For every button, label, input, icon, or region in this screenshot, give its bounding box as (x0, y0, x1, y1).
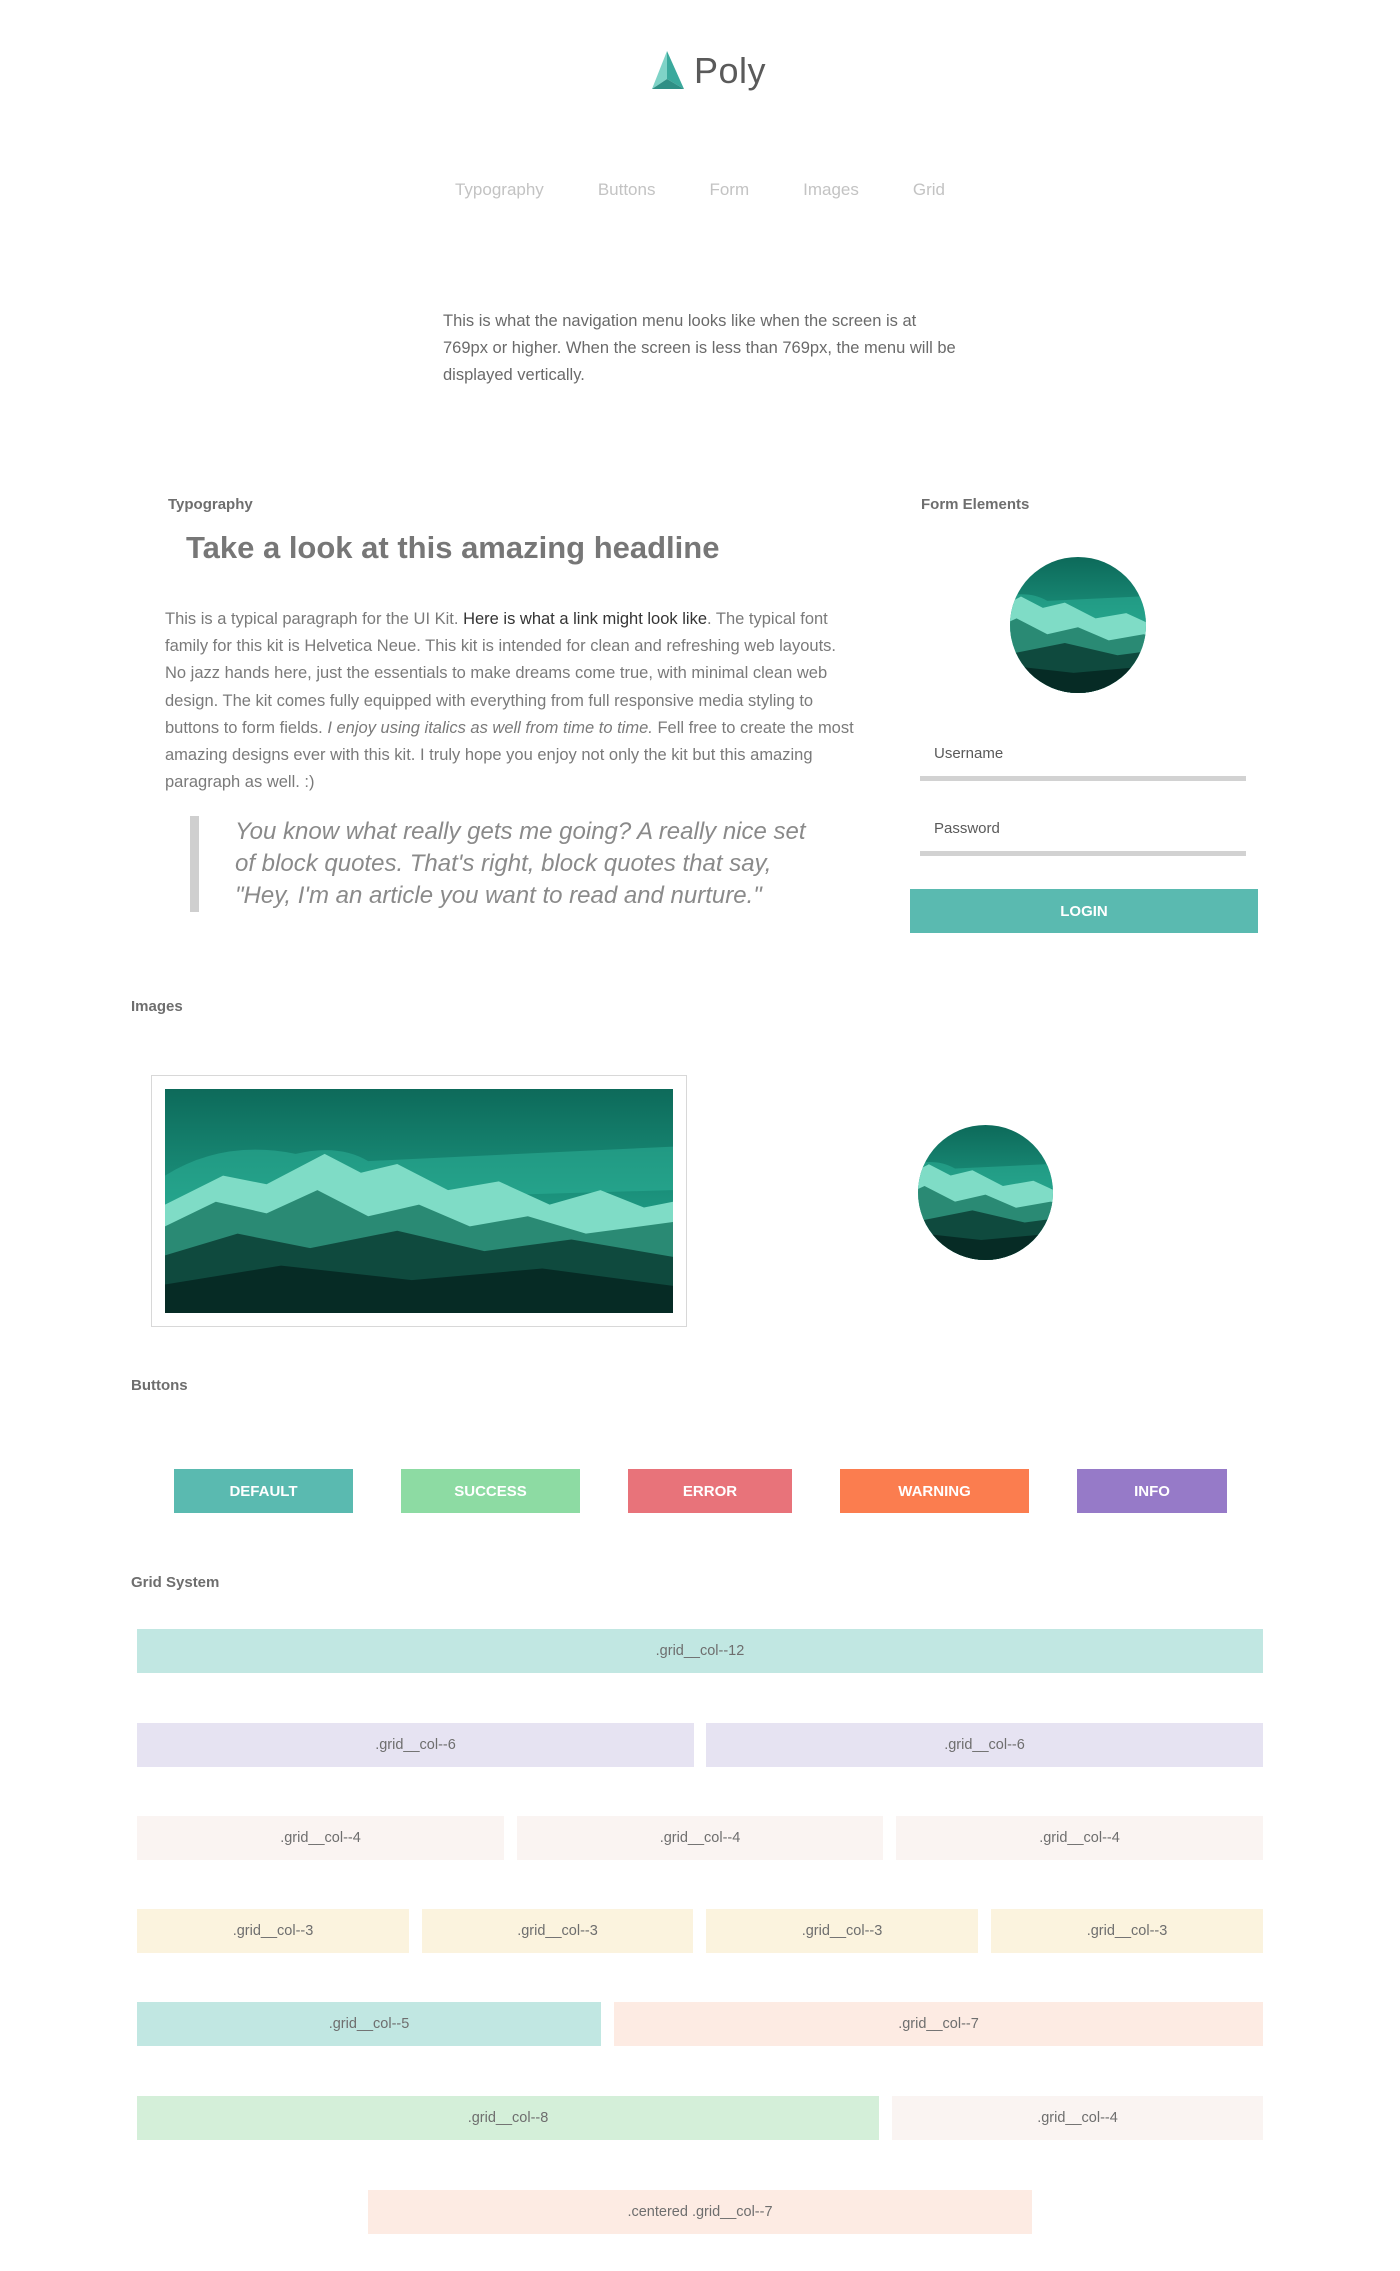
logo-text: Poly (694, 50, 767, 91)
password-field[interactable]: Password (920, 820, 1246, 856)
grid-col-3: .grid__col--3 (991, 1909, 1263, 1953)
nav-description: This is what the navigation menu looks l… (443, 312, 956, 384)
username-label: Username (934, 745, 1004, 762)
typography-paragraph: This is a typical paragraph for the UI K… (165, 606, 855, 796)
logo[interactable]: Poly (648, 46, 768, 96)
grid-col-7-centered: .centered .grid__col--7 (368, 2190, 1032, 2234)
warning-button[interactable]: WARNING (840, 1469, 1029, 1513)
circle-image (918, 1125, 1053, 1260)
username-field[interactable]: Username (920, 745, 1246, 781)
success-button[interactable]: SUCCESS (401, 1469, 580, 1513)
sample-link[interactable]: Here is what a link might look like (463, 610, 707, 628)
images-section-title: Images (131, 998, 183, 1015)
grid-col-3: .grid__col--3 (137, 1909, 409, 1953)
grid-col-8: .grid__col--8 (137, 2096, 879, 2140)
paragraph-text-2: . The typical font family for this kit i… (165, 610, 837, 737)
main-nav: Typography Buttons Form Images Grid (0, 180, 1400, 200)
grid-col-6: .grid__col--6 (137, 1723, 694, 1767)
info-button[interactable]: INFO (1077, 1469, 1227, 1513)
nav-item-buttons[interactable]: Buttons (598, 180, 656, 200)
block-quote: You know what really gets me going? A re… (190, 816, 830, 912)
default-button[interactable]: DEFAULT (174, 1469, 353, 1513)
poly-logo-icon (652, 51, 684, 89)
paragraph-text-1: This is a typical paragraph for the UI K… (165, 610, 464, 628)
nav-item-typography[interactable]: Typography (455, 180, 544, 200)
grid-col-4: .grid__col--4 (517, 1816, 883, 1860)
landscape-image (165, 1089, 673, 1313)
buttons-section-title: Buttons (131, 1377, 188, 1394)
grid-col-6: .grid__col--6 (706, 1723, 1263, 1767)
grid-col-4: .grid__col--4 (137, 1816, 504, 1860)
grid-section-title: Grid System (131, 1574, 220, 1591)
headline: Take a look at this amazing headline (186, 530, 720, 565)
typography-section-title: Typography (168, 496, 253, 513)
form-section-title: Form Elements (921, 496, 1030, 513)
grid-col-5: .grid__col--5 (137, 2002, 601, 2046)
grid-col-4: .grid__col--4 (892, 2096, 1263, 2140)
password-label: Password (934, 820, 1000, 837)
form-avatar-image (1010, 557, 1146, 693)
grid-col-3: .grid__col--3 (422, 1909, 693, 1953)
italic-text: I enjoy using italics as well from time … (327, 718, 653, 737)
nav-item-images[interactable]: Images (803, 180, 859, 200)
nav-item-form[interactable]: Form (709, 180, 749, 200)
grid-col-4: .grid__col--4 (896, 1816, 1263, 1860)
grid-col-12: .grid__col--12 (137, 1629, 1263, 1673)
nav-item-grid[interactable]: Grid (913, 180, 945, 200)
grid-col-3: .grid__col--3 (706, 1909, 978, 1953)
error-button[interactable]: ERROR (628, 1469, 792, 1513)
framed-image (151, 1075, 687, 1327)
grid-col-7: .grid__col--7 (614, 2002, 1263, 2046)
login-button[interactable]: LOGIN (910, 889, 1258, 933)
